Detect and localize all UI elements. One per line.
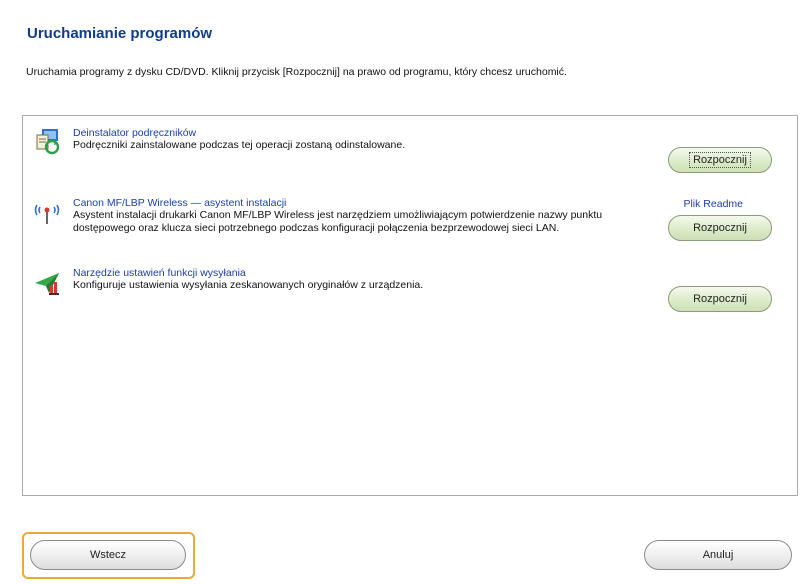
send-settings-icon <box>33 269 61 297</box>
start-button-label: Rozpocznij <box>693 222 747 234</box>
program-name-uninstaller[interactable]: Deinstalator podręczników <box>73 127 196 139</box>
program-description-wireless-assistant: Asystent instalacji drukarki Canon MF/LB… <box>73 209 603 234</box>
readme-link[interactable]: Plik Readme <box>683 198 743 210</box>
cancel-button[interactable]: Anuluj <box>644 540 792 570</box>
start-button-send-settings[interactable]: Rozpocznij <box>668 286 772 312</box>
program-item-uninstaller: Deinstalator podręczników Podręczniki za… <box>23 127 797 182</box>
back-button[interactable]: Wstecz <box>30 540 186 570</box>
program-item-send-settings: Narzędzie ustawień funkcji wysyłania Kon… <box>23 267 797 322</box>
uninstaller-icon <box>33 127 61 155</box>
program-item-wireless-assistant: Canon MF/LBP Wireless — asystent instala… <box>23 197 797 257</box>
page-title: Uruchamianie programów <box>27 25 213 42</box>
program-list-panel: Deinstalator podręczników Podręczniki za… <box>22 115 798 496</box>
start-button-label: Rozpocznij <box>689 152 751 168</box>
start-button-uninstaller[interactable]: Rozpocznij <box>668 147 772 173</box>
program-description-send-settings: Konfiguruje ustawienia wysyłania zeskano… <box>73 279 424 291</box>
program-name-send-settings[interactable]: Narzędzie ustawień funkcji wysyłania <box>73 267 246 279</box>
program-description-uninstaller: Podręczniki zainstalowane podczas tej op… <box>73 139 406 151</box>
start-button-label: Rozpocznij <box>693 293 747 305</box>
program-launcher-window: Uruchamianie programów Uruchamia program… <box>0 0 807 584</box>
program-name-wireless-assistant[interactable]: Canon MF/LBP Wireless — asystent instala… <box>73 197 286 209</box>
start-button-wireless-assistant[interactable]: Rozpocznij <box>668 215 772 241</box>
instruction-text: Uruchamia programy z dysku CD/DVD. Klikn… <box>26 66 567 78</box>
wireless-icon <box>33 199 61 227</box>
